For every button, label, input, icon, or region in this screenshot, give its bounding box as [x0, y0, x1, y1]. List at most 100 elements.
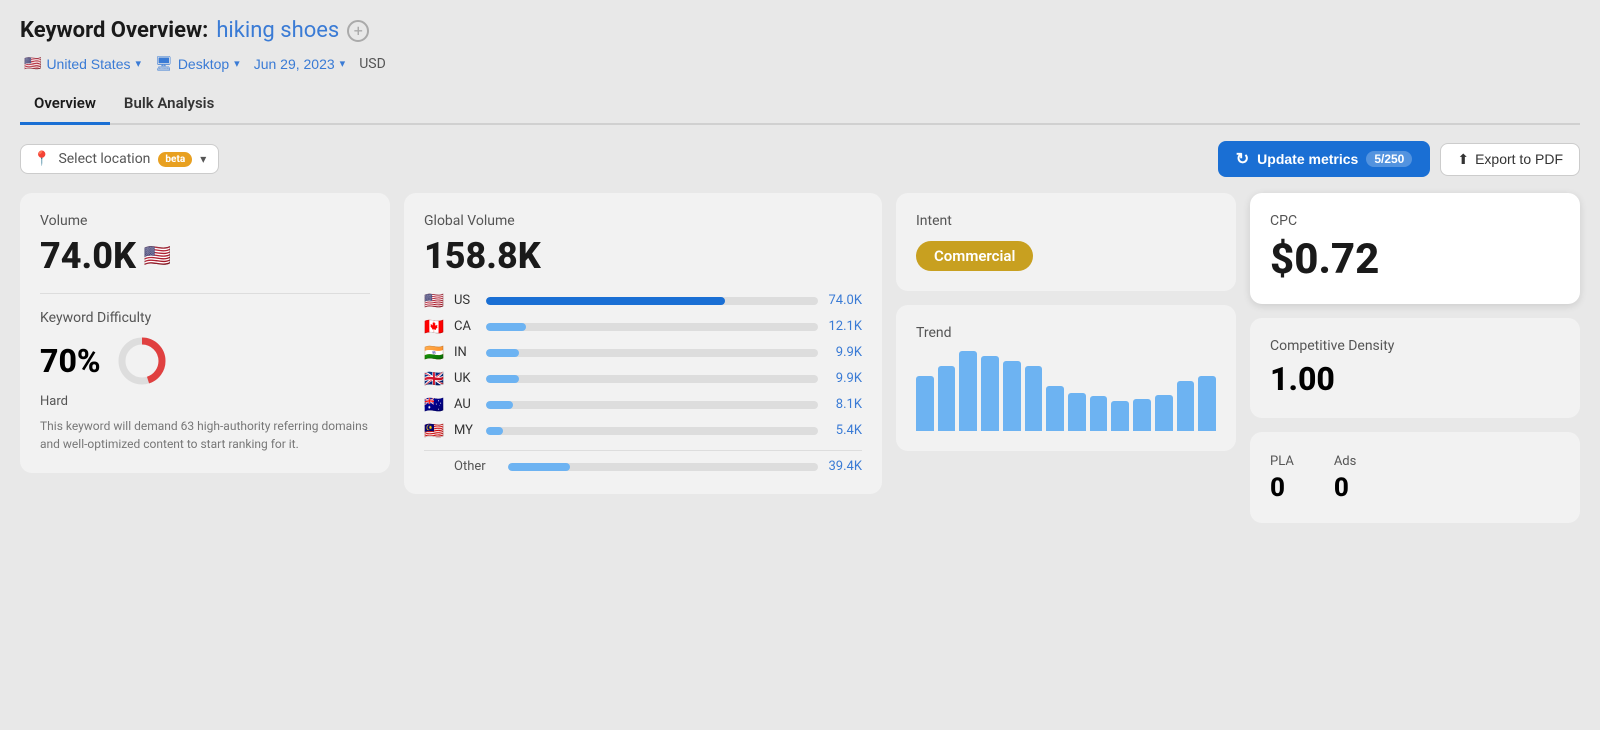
- other-bar: [508, 463, 818, 471]
- country-code: AU: [454, 397, 478, 412]
- ads-value: 0: [1334, 473, 1357, 503]
- country-count: 12.1K: [826, 319, 862, 334]
- trend-bar: [1025, 366, 1043, 431]
- trend-bar: [1177, 381, 1195, 431]
- list-item: 🇬🇧 UK 9.9K: [424, 369, 862, 388]
- tab-overview[interactable]: Overview: [20, 86, 110, 125]
- trend-bar: [1155, 395, 1173, 431]
- trend-bar: [1046, 386, 1064, 431]
- country-flag-icon: 🇨🇦: [424, 317, 446, 336]
- export-label: Export to PDF: [1475, 151, 1563, 167]
- export-icon: ⬆: [1457, 151, 1469, 168]
- keyword-difficulty-section: Keyword Difficulty 70% Hard This keyword…: [40, 310, 370, 453]
- date-filter[interactable]: Jun 29, 2023 ▾: [250, 54, 350, 74]
- beta-badge: beta: [158, 152, 192, 167]
- ads-item: Ads 0: [1334, 454, 1357, 503]
- trend-bar: [916, 376, 934, 431]
- pla-ads-row: PLA 0 Ads 0: [1270, 454, 1560, 503]
- other-label: Other: [454, 459, 500, 474]
- country-count: 74.0K: [826, 293, 862, 308]
- volume-value: 74.0K 🇺🇸: [40, 235, 370, 277]
- kd-row: 70%: [40, 334, 370, 388]
- ads-label: Ads: [1334, 454, 1357, 469]
- trend-bar: [1068, 393, 1086, 431]
- location-select-label: Select location: [58, 151, 150, 167]
- competitive-density-value: 1.00: [1270, 360, 1560, 398]
- trend-bar: [981, 356, 999, 431]
- trend-bar: [1111, 401, 1129, 431]
- country-code: US: [454, 293, 478, 308]
- country-bar: [486, 401, 818, 409]
- date-label: Jun 29, 2023: [254, 56, 335, 72]
- location-label: United States: [46, 56, 130, 72]
- other-bar-fill: [508, 463, 570, 471]
- list-item: 🇮🇳 IN 9.9K: [424, 343, 862, 362]
- page-title-keyword: Keyword Overview:: [20, 18, 208, 43]
- currency-label: USD: [359, 56, 386, 72]
- list-item: 🇺🇸 US 74.0K: [424, 291, 862, 310]
- trend-label: Trend: [916, 325, 1216, 341]
- country-flag-icon: 🇬🇧: [424, 369, 446, 388]
- refresh-icon: ↻: [1236, 149, 1249, 169]
- volume-label: Volume: [40, 213, 370, 229]
- competitive-density-card: Competitive Density 1.00: [1250, 318, 1580, 418]
- kd-difficulty-label: Hard: [40, 394, 370, 409]
- cpc-label: CPC: [1270, 213, 1560, 229]
- global-volume-card: Global Volume 158.8K 🇺🇸 US 74.0K 🇨🇦 CA 1…: [404, 193, 882, 494]
- country-count: 5.4K: [826, 423, 862, 438]
- desktop-icon: 🖥: [155, 55, 173, 72]
- pla-value: 0: [1270, 473, 1294, 503]
- cpc-value: $0.72: [1270, 235, 1560, 284]
- country-flag-icon: 🇮🇳: [424, 343, 446, 362]
- us-flag-icon: 🇺🇸: [24, 55, 41, 72]
- trend-bar: [1198, 376, 1216, 431]
- country-bar: [486, 349, 818, 357]
- volume-divider: [40, 293, 370, 294]
- country-code: UK: [454, 371, 478, 386]
- location-select-dropdown[interactable]: 📍 Select location beta ▾: [20, 144, 219, 174]
- device-chevron-icon: ▾: [234, 57, 240, 70]
- trend-bar: [938, 366, 956, 431]
- page-title-query: hiking shoes: [216, 18, 339, 43]
- country-code: MY: [454, 423, 478, 438]
- add-keyword-icon[interactable]: +: [347, 20, 369, 42]
- country-code: CA: [454, 319, 478, 334]
- country-list: 🇺🇸 US 74.0K 🇨🇦 CA 12.1K 🇮🇳 IN 9.9K 🇬🇧 UK: [424, 291, 862, 440]
- other-row: Other 39.4K: [424, 450, 862, 474]
- toolbar-row: 📍 Select location beta ▾ ↻ Update metric…: [20, 141, 1580, 177]
- list-item: 🇲🇾 MY 5.4K: [424, 421, 862, 440]
- trend-bar: [959, 351, 977, 431]
- update-metrics-button[interactable]: ↻ Update metrics 5/250: [1218, 141, 1431, 177]
- country-flag-icon: 🇲🇾: [424, 421, 446, 440]
- country-bar-fill: [486, 401, 513, 409]
- pla-ads-card: PLA 0 Ads 0: [1250, 432, 1580, 523]
- country-bar-fill: [486, 427, 503, 435]
- country-count: 8.1K: [826, 397, 862, 412]
- update-metrics-label: Update metrics: [1257, 151, 1358, 167]
- country-bar: [486, 323, 818, 331]
- device-filter[interactable]: 🖥 Desktop ▾: [151, 53, 244, 74]
- cards-grid: Volume 74.0K 🇺🇸 Keyword Difficulty 70% H…: [20, 193, 1580, 523]
- country-flag-icon: 🇦🇺: [424, 395, 446, 414]
- location-filter[interactable]: 🇺🇸 United States ▾: [20, 53, 145, 74]
- middle-column: Intent Commercial Trend: [896, 193, 1236, 451]
- global-volume-value: 158.8K: [424, 235, 862, 277]
- competitive-density-label: Competitive Density: [1270, 338, 1560, 354]
- other-count: 39.4K: [826, 459, 862, 474]
- country-bar-fill: [486, 375, 519, 383]
- pla-label: PLA: [1270, 454, 1294, 469]
- country-bar: [486, 375, 818, 383]
- list-item: 🇨🇦 CA 12.1K: [424, 317, 862, 336]
- trend-card: Trend: [896, 305, 1236, 451]
- trend-bar: [1133, 399, 1151, 431]
- date-chevron-icon: ▾: [340, 57, 346, 70]
- country-bar-fill: [486, 297, 725, 305]
- kd-description: This keyword will demand 63 high-authori…: [40, 417, 370, 453]
- kd-header: Keyword Difficulty: [40, 310, 370, 326]
- country-bar: [486, 427, 818, 435]
- tab-bulk-analysis[interactable]: Bulk Analysis: [110, 86, 228, 125]
- cpc-card: CPC $0.72: [1250, 193, 1580, 304]
- filter-bar: 🇺🇸 United States ▾ 🖥 Desktop ▾ Jun 29, 2…: [20, 53, 1580, 74]
- export-pdf-button[interactable]: ⬆ Export to PDF: [1440, 143, 1580, 176]
- country-bar: [486, 297, 818, 305]
